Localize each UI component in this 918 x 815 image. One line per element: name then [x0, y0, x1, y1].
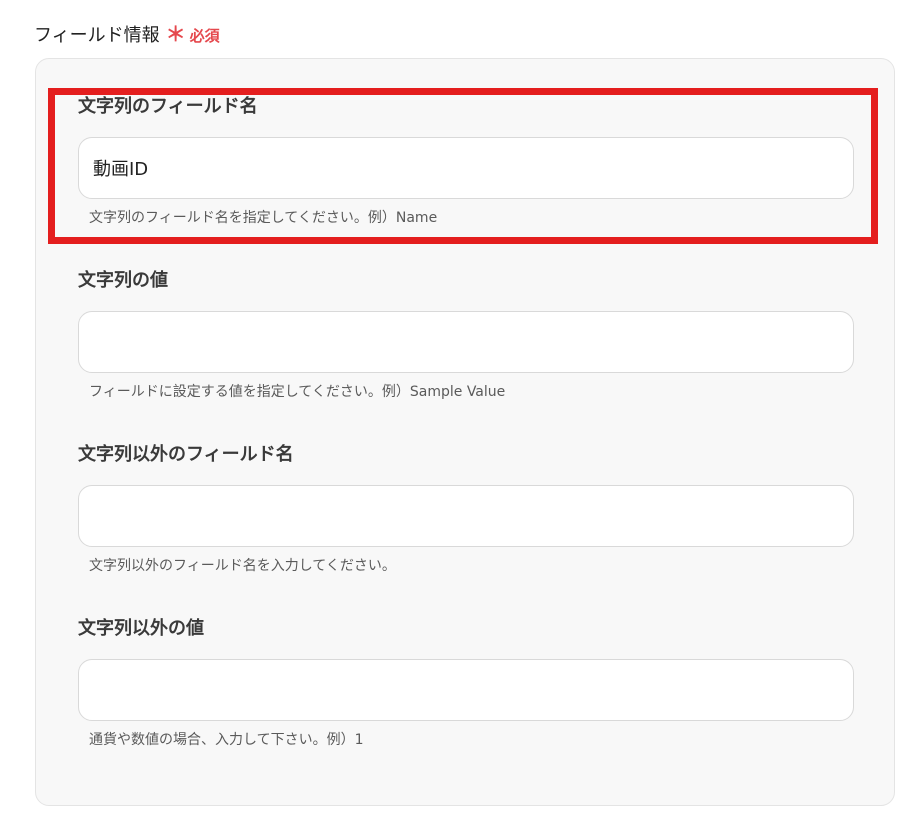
field-label: 文字列以外の値: [78, 618, 204, 639]
field-label: 文字列以外のフィールド名: [78, 444, 294, 465]
field-string-value: 文字列の値 フィールドに設定する値を指定してください。例）Sample Valu…: [78, 267, 854, 401]
field-hint: 文字列のフィールド名を指定してください。例）Name: [89, 210, 438, 226]
field-hint: 通貨や数値の場合、入力して下さい。例）1: [89, 732, 364, 748]
non-string-field-name-input[interactable]: [78, 485, 854, 547]
required-label: 必須: [189, 27, 220, 45]
field-label: 文字列の値: [78, 270, 168, 291]
section-header: フィールド情報 ＊ 必須: [34, 18, 220, 47]
field-label: 文字列のフィールド名: [78, 96, 258, 117]
field-info-panel: 文字列のフィールド名 文字列のフィールド名を指定してください。例）Name 文字…: [35, 58, 895, 806]
field-non-string-value: 文字列以外の値 通貨や数値の場合、入力して下さい。例）1: [78, 615, 854, 749]
section-title: フィールド情報: [34, 25, 160, 46]
field-hint: 文字列以外のフィールド名を入力してください。: [89, 558, 396, 574]
string-field-name-input[interactable]: [78, 137, 854, 199]
field-string-name: 文字列のフィールド名 文字列のフィールド名を指定してください。例）Name: [78, 93, 854, 227]
required-asterisk-icon: ＊: [165, 22, 186, 46]
field-hint: フィールドに設定する値を指定してください。例）Sample Value: [89, 384, 506, 400]
non-string-value-input[interactable]: [78, 659, 854, 721]
string-value-input[interactable]: [78, 311, 854, 373]
field-non-string-name: 文字列以外のフィールド名 文字列以外のフィールド名を入力してください。: [78, 441, 854, 575]
